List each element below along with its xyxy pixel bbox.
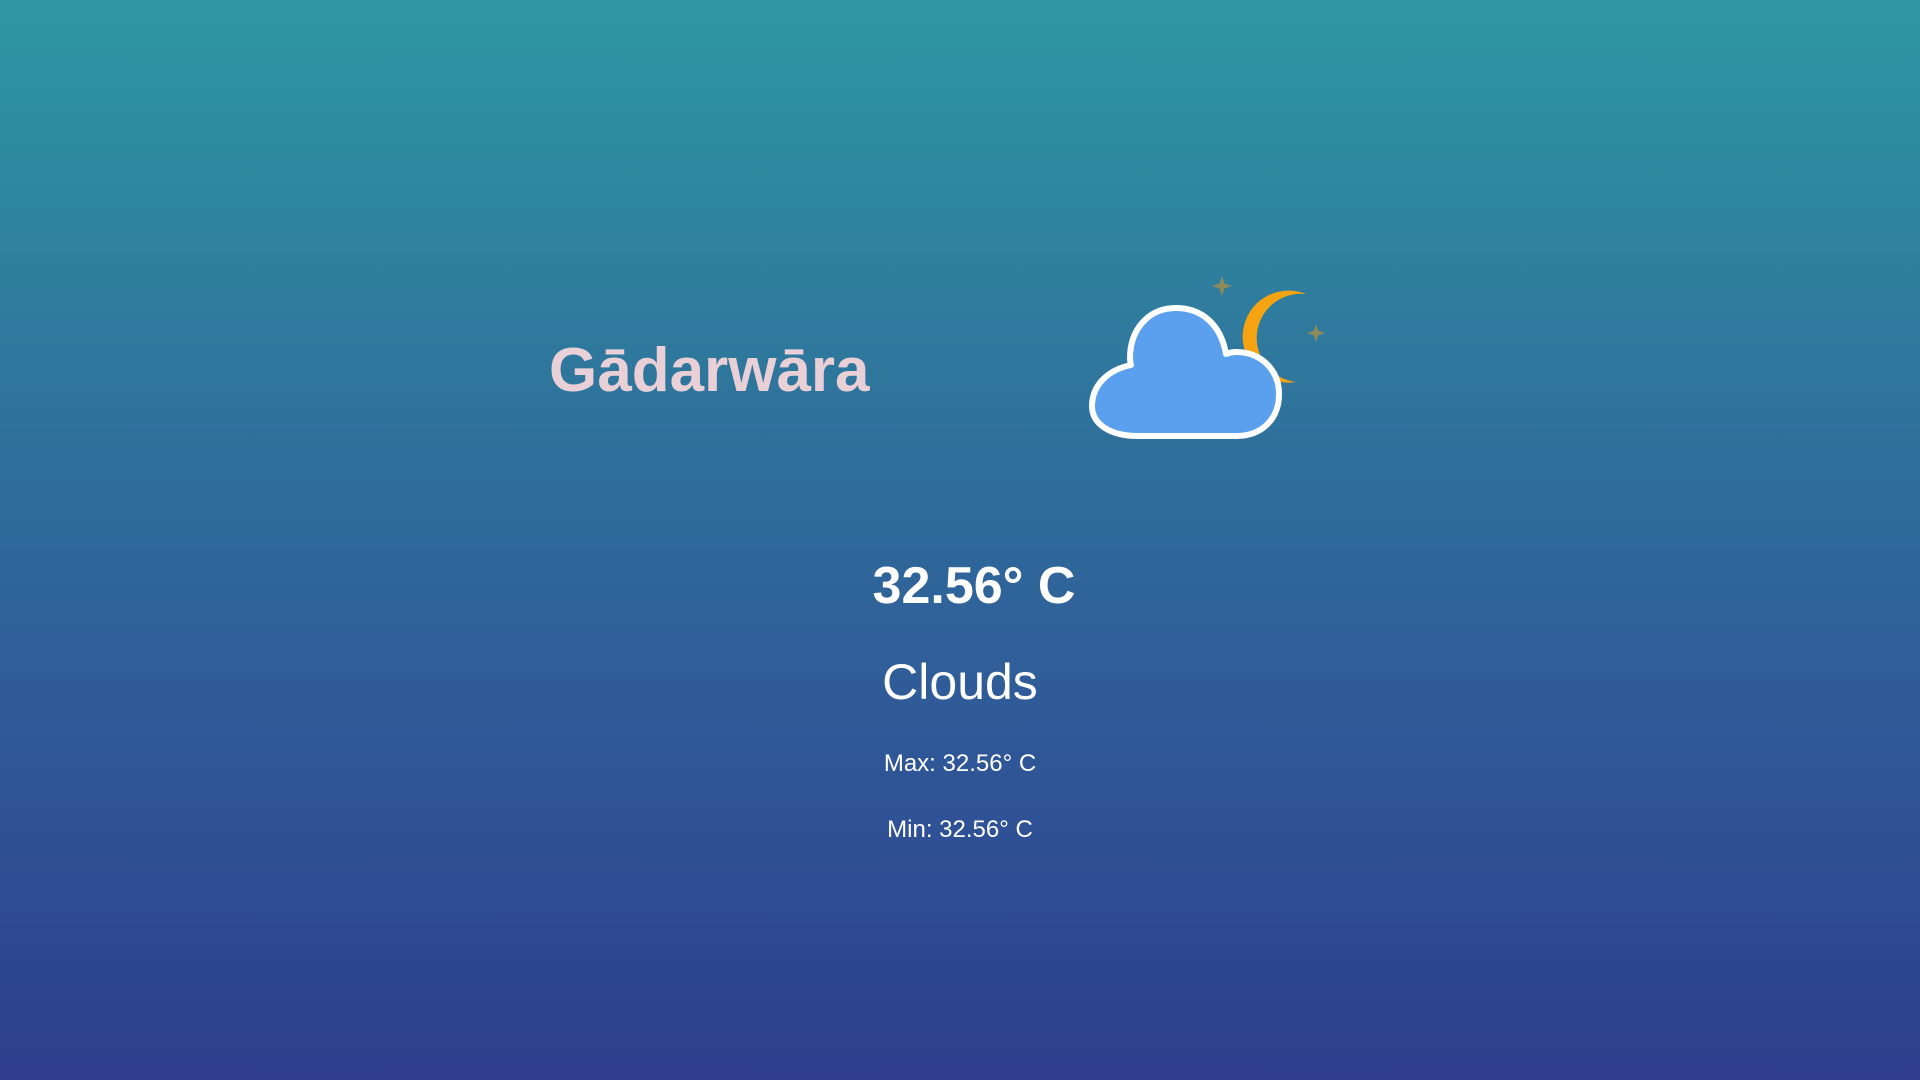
star-icon xyxy=(1212,276,1232,296)
star-icon xyxy=(1307,324,1325,342)
city-name: Gādarwāra xyxy=(549,336,870,405)
cloud-moon-night-icon xyxy=(1089,276,1325,439)
min-temperature: Min: 32.56° C xyxy=(887,816,1033,843)
temperature-value: 32.56° C xyxy=(872,557,1076,615)
weather-condition: Clouds xyxy=(882,654,1038,710)
max-temperature: Max: 32.56° C xyxy=(883,750,1037,777)
